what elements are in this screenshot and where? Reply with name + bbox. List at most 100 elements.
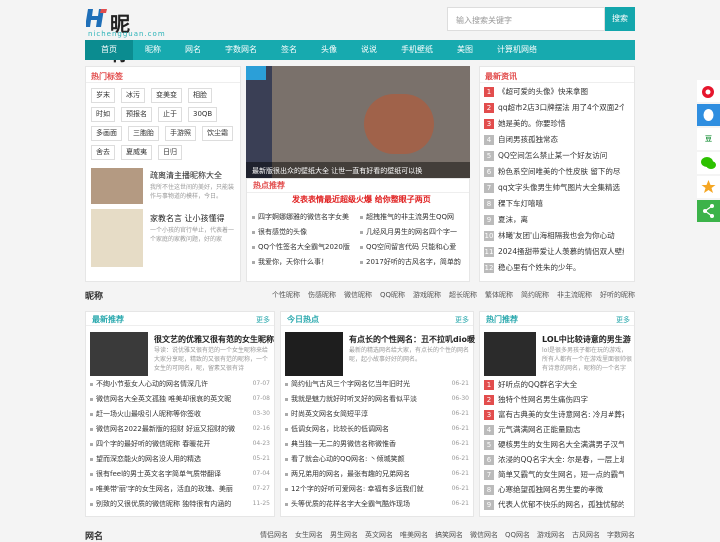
rank-item[interactable]: 1 好听点的QQ群名字大全: [484, 379, 624, 390]
rank-item[interactable]: 5 硬核男生的女生网名大全满满男子汉气息: [484, 439, 624, 450]
news-item[interactable]: 12 稳心里有个姓朱的少年。: [484, 262, 624, 273]
weibo-share-button[interactable]: [697, 80, 720, 102]
nav-item[interactable]: 字数网名: [213, 40, 269, 60]
list-item[interactable]: 微信网名2022最新版的招财 好运又招财的微: [90, 424, 235, 434]
rank-item[interactable]: 8 心寒绝望孤独网名男生要的孝微: [484, 484, 624, 495]
section-link[interactable]: 繁体昵称: [485, 290, 513, 300]
tag-item[interactable]: 多画面: [91, 126, 122, 141]
tag-item[interactable]: 日归: [158, 145, 182, 160]
featured-slider[interactable]: 最新版很出众的壁纸大全 让世一直有好看的壁纸可以换: [246, 66, 470, 178]
section-link[interactable]: 古风网名: [572, 530, 600, 540]
tag-item[interactable]: 变美变: [151, 88, 182, 103]
tag-item[interactable]: 舍去: [91, 145, 115, 160]
more-link[interactable]: 更多: [256, 315, 270, 325]
nav-item[interactable]: 美图: [445, 40, 485, 60]
tag-item[interactable]: 止于: [158, 107, 182, 122]
hot-item[interactable]: 超拽推气的非主流男生QQ网: [360, 212, 465, 222]
tag-item[interactable]: 相脸: [188, 88, 212, 103]
section-link[interactable]: 游戏昵称: [413, 290, 441, 300]
tag-item[interactable]: 夏威夷: [121, 145, 152, 160]
more-link[interactable]: 更多: [616, 315, 630, 325]
card-title[interactable]: 疏离清主播昵称大全: [150, 170, 222, 181]
news-item[interactable]: 11 2024搔甜带爱让人羡慕的情侣双人壁纸: [484, 246, 624, 257]
card-thumbnail[interactable]: [91, 209, 143, 267]
news-item[interactable]: 8 稞下车灯嘻嘻: [484, 198, 624, 209]
nav-item[interactable]: 手机壁纸: [389, 40, 445, 60]
feature-thumbnail[interactable]: [285, 332, 343, 376]
search-input[interactable]: 输入搜索关键字: [447, 7, 605, 31]
section-link[interactable]: 非主流昵称: [557, 290, 592, 300]
news-item[interactable]: 5 QQ空间怎么禁止某一个好友访问: [484, 150, 624, 161]
news-item[interactable]: 10 林曦'友团'山海相隔我也会为你心动: [484, 230, 624, 241]
rank-item[interactable]: 9 代表人优郁不快乐的网名，孤独忧郁的qq: [484, 499, 624, 510]
hot-item[interactable]: 很有感觉的头像: [252, 227, 357, 237]
feature-title[interactable]: 很文艺的优雅又很有范的女生昵称: [154, 334, 274, 345]
list-item[interactable]: 别致的又很优质的微信昵称 独特很有内涵的: [90, 499, 231, 509]
rank-item[interactable]: 2 独特个性网名男生痛伤四字: [484, 394, 624, 405]
slider-caption[interactable]: 最新版很出众的壁纸大全 让世一直有好看的壁纸可以换: [246, 162, 470, 178]
tag-item[interactable]: 饮尘霜: [202, 126, 233, 141]
list-item[interactable]: 微信网名大全英文孤独 唯美却很哀的英文昵: [90, 394, 231, 404]
hot-item[interactable]: 我爱你，天你什么事！: [252, 257, 357, 267]
section-link[interactable]: 微信网名: [470, 530, 498, 540]
qq-share-button[interactable]: [697, 104, 720, 126]
favorite-button[interactable]: [697, 176, 720, 198]
hot-item[interactable]: 四字婀娜娜雅的微信名字女美: [252, 212, 357, 222]
tag-item[interactable]: 岁末: [91, 88, 115, 103]
section-link[interactable]: 简约昵称: [521, 290, 549, 300]
news-item[interactable]: 7 qq文字头像男生帅气图片大全集精选: [484, 182, 624, 193]
card-title[interactable]: 家教名言 让小孩懂得: [150, 213, 225, 224]
section-link[interactable]: 男生网名: [330, 530, 358, 540]
section-link[interactable]: 游戏网名: [537, 530, 565, 540]
list-item[interactable]: 典当独一无二的男微信名称微惟香: [285, 439, 396, 449]
section-link[interactable]: 情侣网名: [260, 530, 288, 540]
hot-headline[interactable]: 发表表情最近超级火爆 给你整眼子两页: [292, 194, 431, 205]
list-item[interactable]: 不绚小节惹女人心动的网名情深几许: [90, 379, 208, 389]
section-link[interactable]: 字数网名: [607, 530, 635, 540]
list-item[interactable]: 简约仙气古风三个字网名忆当年旧时光: [285, 379, 410, 389]
douban-share-button[interactable]: 豆: [697, 128, 720, 150]
section-link[interactable]: 英文网名: [365, 530, 393, 540]
nav-item[interactable]: 网名: [173, 40, 213, 60]
section-link[interactable]: 搞笑网名: [435, 530, 463, 540]
card-thumbnail[interactable]: [91, 168, 143, 204]
hot-item[interactable]: 2017好听的古风名字，简单韵: [360, 257, 465, 267]
rank-item[interactable]: 6 浓浸的QQ名字大全: 尔是春，一层上堤无: [484, 454, 624, 465]
list-item[interactable]: 12个字的好听可爱网名: 幸福有多远我们就: [285, 484, 424, 494]
news-item[interactable]: 2 qq超市2店3口牌摆法 用了4个双面2个: [484, 102, 624, 113]
tag-item[interactable]: 预报名: [121, 107, 152, 122]
section-link[interactable]: QQ昵称: [380, 290, 405, 300]
section-link[interactable]: 个性昵称: [272, 290, 300, 300]
hot-item[interactable]: 几经风月男生的网名四个字一: [360, 227, 465, 237]
list-item[interactable]: 头等优质的花样名字大全霸气酷炸现场: [285, 499, 410, 509]
list-item[interactable]: 四个字的最好听的微信昵称 春暖花开: [90, 439, 210, 449]
section-link[interactable]: 女生网名: [295, 530, 323, 540]
tag-item[interactable]: 三胞胎: [128, 126, 159, 141]
wechat-share-button[interactable]: [697, 152, 720, 174]
section-link[interactable]: 唯美网名: [400, 530, 428, 540]
rank-item[interactable]: 3 富有古典美的女生诗意网名: 冷月#葬花人: [484, 409, 624, 420]
list-item[interactable]: 赶一场火山最吸引人昵称等你签收: [90, 409, 201, 419]
more-link[interactable]: 更多: [455, 315, 469, 325]
search-button[interactable]: 搜索: [605, 7, 635, 31]
rank-item[interactable]: 7简单又霸气的女生网名，短一点的霸气网名: [484, 469, 624, 480]
news-item[interactable]: 3 她是美的。你要珍惜: [484, 118, 624, 129]
list-item[interactable]: 时尚英文网名女简短平淳: [285, 409, 368, 419]
section-link[interactable]: 好听的昵称: [600, 290, 635, 300]
nav-item[interactable]: 计算机网络: [485, 40, 549, 60]
list-item[interactable]: 唯美带'丽'字的女生网名，活血的玫瑰、美丽: [90, 484, 233, 494]
list-item[interactable]: 望而深恋能火的网名没人用的精选: [90, 454, 201, 464]
list-item[interactable]: 我就是魅力就好时听叉好的网名看似平淡: [285, 394, 417, 404]
section-link[interactable]: QQ网名: [505, 530, 530, 540]
nav-item[interactable]: 头像: [309, 40, 349, 60]
section-link[interactable]: 超长昵称: [449, 290, 477, 300]
news-item[interactable]: 9 夏沫，离: [484, 214, 624, 225]
news-item[interactable]: 1 《超可爱的头像》快来拿图: [484, 86, 624, 97]
feature-thumbnail[interactable]: [484, 332, 536, 376]
tag-item[interactable]: 冰污: [121, 88, 145, 103]
share-button[interactable]: [697, 200, 720, 222]
tag-item[interactable]: 手游照: [165, 126, 196, 141]
feature-title[interactable]: LOL中比较诗意的男生游: [542, 334, 632, 345]
news-item[interactable]: 4 自闭男孩孤独常态: [484, 134, 624, 145]
news-item[interactable]: 6 粉色系空间唯美的个性皮肤 留下的尽: [484, 166, 624, 177]
